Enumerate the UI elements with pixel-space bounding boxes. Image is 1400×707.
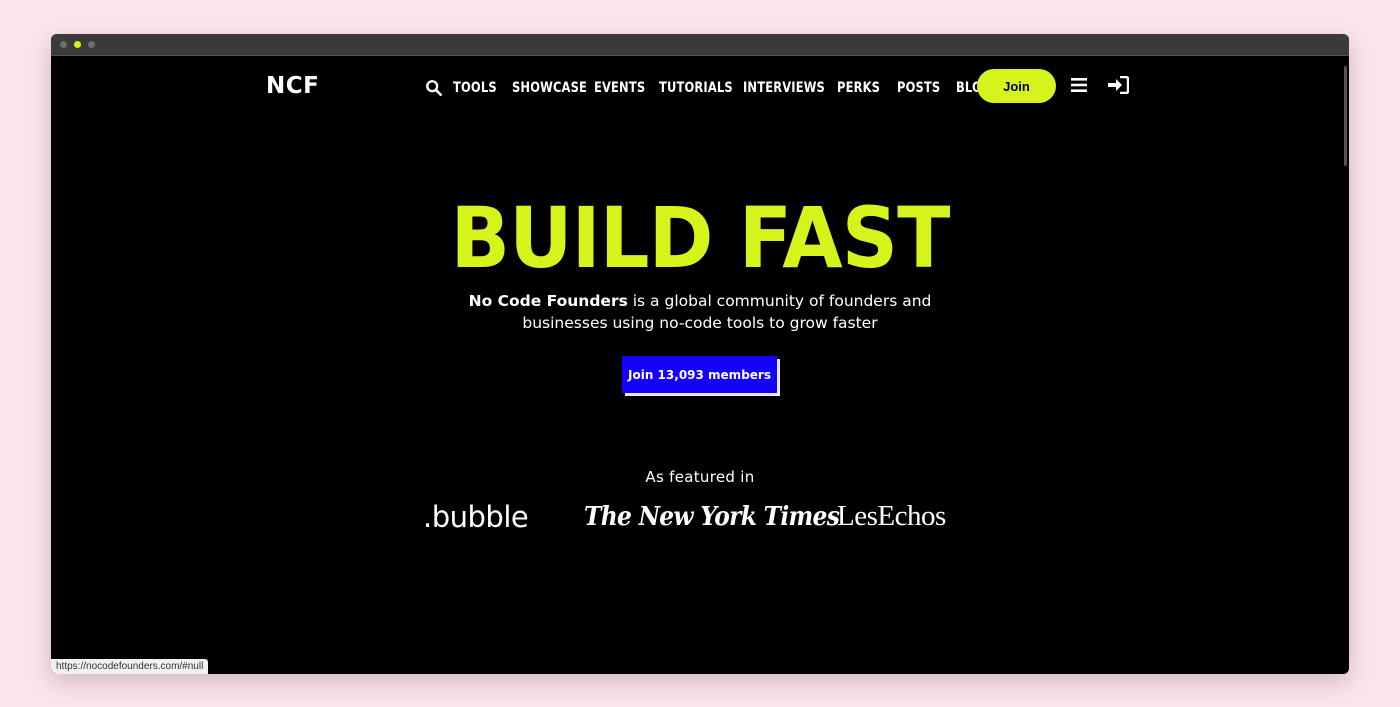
hero-subtitle-line1: is a global community of founders and: [627, 292, 932, 310]
cta-container: Join 13,093 members: [622, 356, 780, 396]
page-viewport: NCF TOOLS SHOWCASE EVENTS TUTORIALS INTE…: [51, 56, 1349, 674]
hero-subtitle: No Code Founders is a global community o…: [51, 290, 1349, 334]
status-bar-url: https://nocodefounders.com/#null: [51, 659, 209, 674]
window-control-minimize[interactable]: [74, 41, 81, 48]
hero-subtitle-brand: No Code Founders: [468, 292, 628, 310]
join-members-button[interactable]: Join 13,093 members: [622, 356, 777, 393]
nyt-logo: The New York Times: [584, 502, 840, 532]
site-logo[interactable]: NCF: [266, 73, 319, 99]
search-icon[interactable]: [425, 79, 443, 97]
window-control-close[interactable]: [60, 41, 67, 48]
lesechos-logo: LesEchos: [837, 500, 946, 532]
scrollbar[interactable]: [1344, 66, 1347, 166]
nav-item-tutorials[interactable]: TUTORIALS: [659, 80, 733, 96]
featured-label: As featured in: [645, 468, 755, 486]
nav-item-posts[interactable]: POSTS: [897, 80, 941, 96]
browser-window: NCF TOOLS SHOWCASE EVENTS TUTORIALS INTE…: [51, 34, 1349, 674]
title-bar: [51, 34, 1349, 56]
hero-title: BUILD FAST: [450, 189, 950, 287]
main-nav: TOOLS SHOWCASE EVENTS TUTORIALS INTERVIE…: [425, 77, 1001, 99]
nav-item-interviews[interactable]: INTERVIEWS: [743, 80, 825, 96]
window-control-maximize[interactable]: [88, 41, 95, 48]
nav-item-events[interactable]: EVENTS: [594, 80, 645, 96]
bubble-logo: .bubble: [423, 500, 529, 534]
nav-item-perks[interactable]: PERKS: [837, 80, 882, 96]
nav-item-showcase[interactable]: SHOWCASE: [512, 80, 587, 96]
hamburger-menu-icon[interactable]: [1071, 78, 1087, 92]
hero-subtitle-line2: businesses using no-code tools to grow f…: [522, 314, 878, 332]
sign-in-icon[interactable]: [1108, 76, 1129, 94]
nav-item-tools[interactable]: TOOLS: [453, 80, 497, 96]
join-button[interactable]: Join: [977, 69, 1056, 103]
